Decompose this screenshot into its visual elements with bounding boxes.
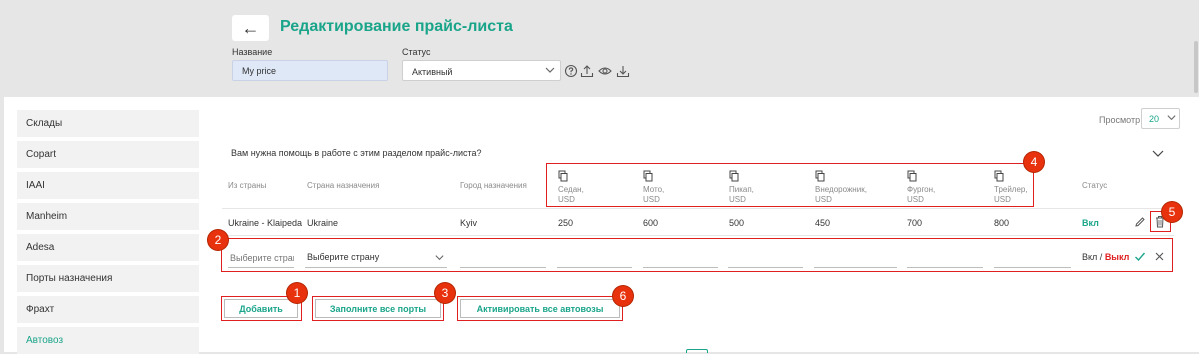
col-head-pickup: Пикап, USD [729, 185, 754, 205]
help-text[interactable]: Вам нужна помощь в работе с этим раздело… [231, 148, 482, 158]
fill-ports-button[interactable]: Заполните все порты [315, 299, 441, 318]
status-on-option[interactable]: Вкл [1082, 252, 1097, 262]
cell-moto: 600 [643, 218, 659, 228]
col-head-van-name: Фургон, [907, 185, 936, 194]
close-icon[interactable] [1155, 252, 1164, 261]
page-size-select[interactable]: 20 [1141, 108, 1180, 129]
dest-city-input[interactable] [460, 248, 546, 268]
chevron-down-icon [545, 67, 555, 73]
sidebar-item-manheim[interactable]: Manheim [17, 203, 199, 230]
col-head-sedan-unit: USD [558, 195, 575, 204]
chevron-down-icon [1167, 115, 1176, 121]
annotation-badge-3: 3 [435, 283, 455, 303]
scrollbar-thumb[interactable] [1194, 41, 1198, 93]
row-divider [222, 235, 1174, 236]
sidebar-item-warehouses[interactable]: Склады [17, 110, 199, 137]
col-head-trailer: Трейлер, USD [994, 185, 1028, 205]
status-separator: / [1097, 252, 1105, 262]
moto-price-input[interactable] [643, 248, 718, 268]
col-head-status: Статус [1082, 181, 1108, 190]
col-head-dest-country: Страна назначения [307, 181, 380, 190]
status-label: Статус [402, 47, 431, 57]
copy-icon[interactable] [994, 170, 1004, 182]
col-head-moto-unit: USD [643, 195, 660, 204]
cell-van: 700 [907, 218, 923, 228]
help-icon[interactable] [564, 64, 578, 78]
upload-icon[interactable] [580, 64, 594, 78]
add-button[interactable]: Добавить [224, 299, 298, 318]
trailer-price-input[interactable] [994, 248, 1071, 268]
col-head-suv-unit: USD [815, 195, 832, 204]
check-icon[interactable] [1134, 251, 1146, 262]
activate-all-button[interactable]: Активировать все автовозы [460, 299, 620, 318]
annotation-badge-4: 4 [1024, 152, 1044, 172]
status-select[interactable]: Активный [402, 60, 561, 81]
suv-price-input[interactable] [814, 248, 897, 268]
col-head-pickup-unit: USD [729, 195, 746, 204]
dest-country-placeholder: Выберите страну [307, 252, 380, 262]
cell-dest-country: Ukraine [307, 218, 339, 228]
annotation-badge-6: 6 [613, 286, 633, 306]
col-head-dest-city: Город назначения [460, 181, 527, 190]
col-head-moto-name: Мото, [643, 185, 665, 194]
from-country-select[interactable] [228, 248, 294, 268]
copy-icon[interactable] [907, 170, 917, 182]
chevron-down-icon [435, 255, 444, 261]
dest-country-select[interactable]: Выберите страну [305, 248, 447, 268]
col-head-van-unit: USD [907, 195, 924, 204]
cell-status: Вкл [1082, 218, 1099, 228]
annotation-badge-2: 2 [208, 230, 228, 250]
col-head-sedan: Седан, USD [558, 185, 584, 205]
cell-pickup: 500 [729, 218, 745, 228]
download-icon[interactable] [616, 64, 630, 78]
status-select-value: Активный [412, 67, 453, 77]
sidebar-item-car-carrier[interactable]: Автовоз [17, 327, 199, 354]
annotation-badge-5: 5 [1162, 202, 1182, 222]
sidebar-item-adesa[interactable]: Adesa [17, 234, 199, 261]
cell-trailer: 800 [994, 218, 1010, 228]
col-head-trailer-name: Трейлер, [994, 185, 1028, 194]
copy-icon[interactable] [643, 170, 653, 182]
cell-sedan: 250 [558, 218, 574, 228]
sidebar-item-destination-ports[interactable]: Порты назначения [17, 265, 199, 292]
row-divider [222, 208, 1174, 209]
chevron-down-icon[interactable] [1151, 146, 1165, 160]
pagination-item[interactable] [686, 349, 708, 353]
copy-icon[interactable] [815, 170, 825, 182]
col-head-from-country: Из страны [228, 181, 267, 190]
col-head-moto: Мото, USD [643, 185, 664, 205]
page-title: Редактирование прайс-листа [280, 18, 513, 35]
back-button[interactable]: ← [232, 15, 269, 41]
col-head-suv: Внедорожник, USD [815, 185, 867, 205]
sidebar-item-copart[interactable]: Copart [17, 141, 199, 168]
col-head-van: Фургон, USD [907, 185, 935, 205]
eye-icon[interactable] [598, 64, 612, 78]
col-head-sedan-name: Седан, [558, 185, 584, 194]
col-head-pickup-name: Пикап, [729, 185, 754, 194]
pickup-price-input[interactable] [728, 248, 803, 268]
pencil-icon[interactable] [1134, 216, 1146, 228]
status-off-option[interactable]: Выкл [1105, 252, 1130, 262]
sedan-price-input[interactable] [557, 248, 632, 268]
cell-dest-city: Kyiv [460, 218, 478, 228]
name-input[interactable] [232, 60, 388, 81]
copy-icon[interactable] [729, 170, 739, 182]
page-size-value: 20 [1149, 114, 1160, 124]
sidebar-item-freight[interactable]: Фрахт [17, 296, 199, 323]
sidebar-item-iaai[interactable]: IAAI [17, 172, 199, 199]
annotation-badge-1: 1 [287, 283, 307, 303]
col-head-trailer-unit: USD [994, 195, 1011, 204]
van-price-input[interactable] [907, 248, 983, 268]
preview-label: Просмотр [1099, 115, 1141, 125]
name-label: Название [232, 47, 273, 57]
cell-suv: 450 [815, 218, 831, 228]
copy-icon[interactable] [558, 170, 568, 182]
cell-from-country: Ukraine - Klaipeda [228, 218, 303, 228]
col-head-suv-name: Внедорожник, [815, 185, 867, 194]
status-toggle[interactable]: Вкл / Выкл [1082, 252, 1129, 262]
